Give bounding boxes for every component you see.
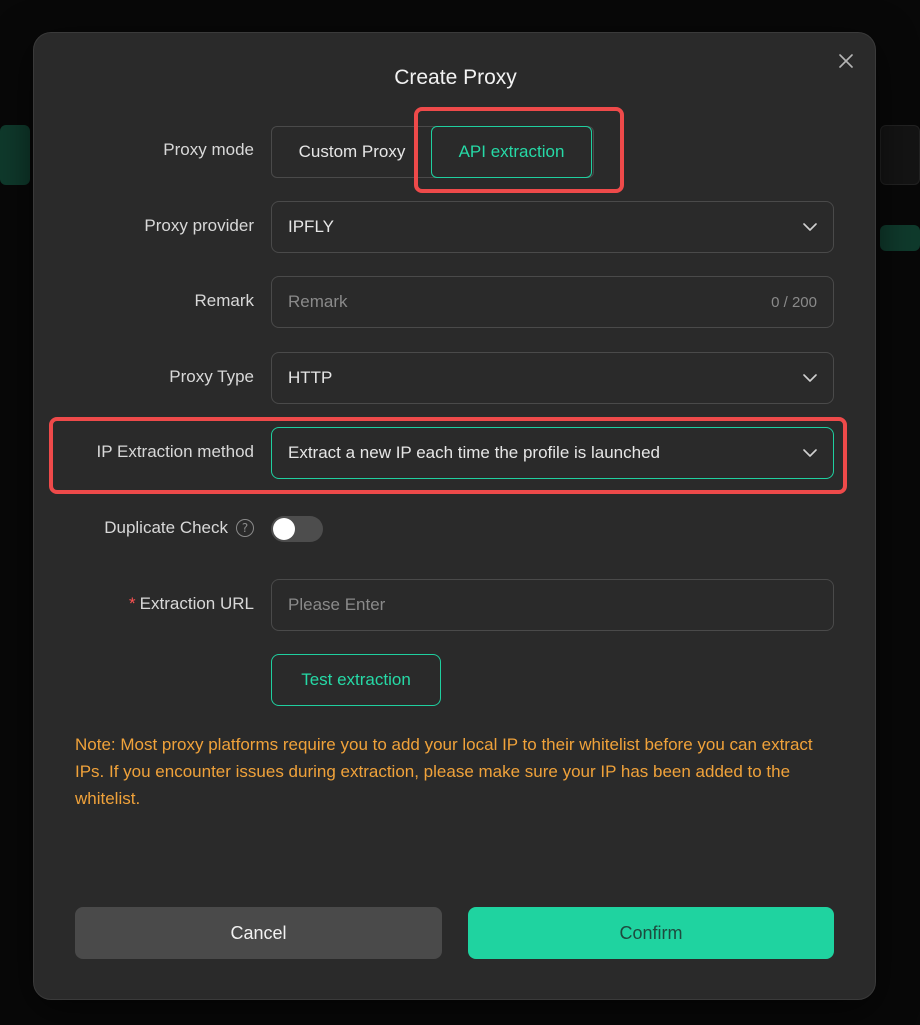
proxy-provider-label: Proxy provider [144,216,254,235]
proxy-type-value: HTTP [288,368,333,387]
remark-input[interactable] [288,292,772,312]
cancel-button[interactable]: Cancel [75,907,442,959]
proxy-type-select[interactable]: HTTP [271,352,834,404]
ip-extraction-method-label: IP Extraction method [96,442,255,461]
question-circle-icon[interactable]: ? [236,519,254,537]
extraction-url-label-text: Extraction URL [139,594,254,613]
proxy-mode-api-option[interactable]: API extraction [431,126,592,178]
create-proxy-dialog: Create Proxy Proxy mode Custom Proxy API… [33,32,876,1000]
whitelist-note: Note: Most proxy platforms require you t… [75,735,813,808]
confirm-button[interactable]: Confirm [468,907,834,959]
extraction-url-field[interactable] [271,579,834,631]
proxy-provider-select[interactable]: IPFLY [271,201,834,253]
ip-extraction-method-select[interactable]: Extract a new IP each time the profile i… [271,427,834,479]
chevron-down-icon [803,446,817,460]
chevron-down-icon [803,371,817,385]
background-fragment [880,225,920,251]
extraction-url-label: * Extraction URL [129,594,254,614]
toggle-knob [273,518,295,540]
background-fragment [880,125,920,185]
proxy-type-label: Proxy Type [169,367,254,386]
test-extraction-button[interactable]: Test extraction [271,654,441,706]
remark-field[interactable]: 0 / 200 [271,276,834,328]
remark-char-counter: 0 / 200 [771,293,817,311]
extraction-url-input[interactable] [288,595,817,615]
proxy-provider-value: IPFLY [288,217,334,236]
duplicate-check-label-group: Duplicate Check ? [104,518,254,538]
duplicate-check-toggle[interactable] [271,516,323,542]
required-asterisk: * [129,594,136,613]
chevron-down-icon [803,220,817,234]
duplicate-check-label: Duplicate Check [104,518,228,537]
background-fragment [0,125,30,185]
dialog-title: Create Proxy [394,66,517,89]
proxy-mode-label: Proxy mode [163,140,254,159]
proxy-mode-custom-option[interactable]: Custom Proxy [272,127,432,177]
remark-label: Remark [194,291,254,310]
extraction-url-label-group: * Extraction URL [129,594,254,614]
ip-extraction-method-value: Extract a new IP each time the profile i… [288,443,660,462]
